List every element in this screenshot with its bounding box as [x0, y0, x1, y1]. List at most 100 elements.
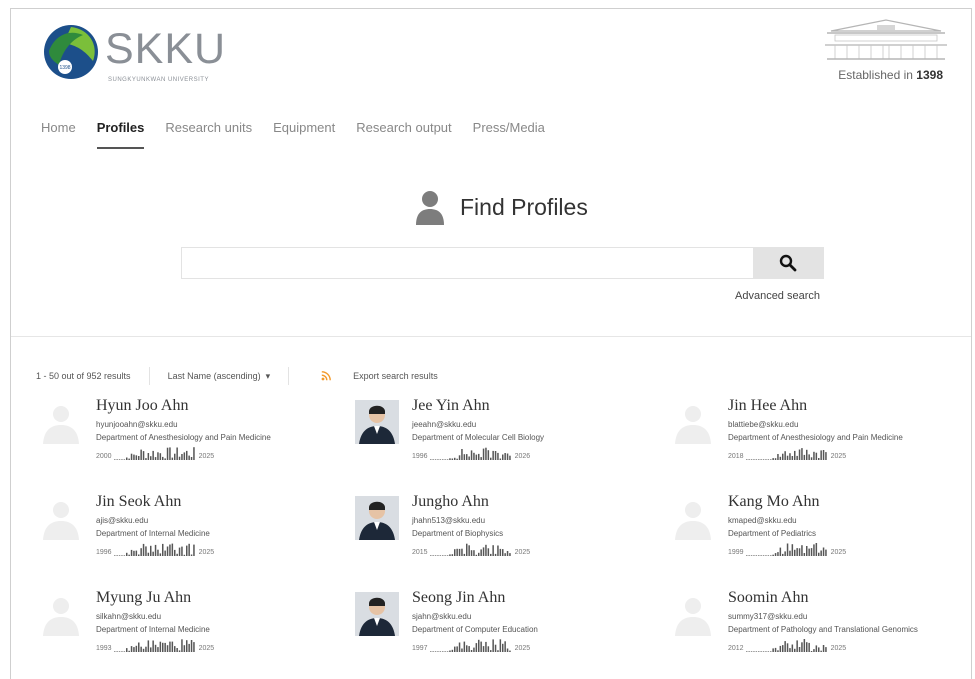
profile-name[interactable]: Soomin Ahn — [728, 589, 968, 607]
avatar-placeholder[interactable] — [39, 592, 83, 636]
sparkline-bar — [817, 552, 820, 556]
sparkline-bar — [783, 451, 786, 460]
advanced-search-link[interactable]: Advanced search — [735, 290, 820, 302]
sparkline-bar — [183, 452, 185, 460]
sparkline-bar — [441, 651, 444, 652]
search-input[interactable] — [182, 248, 753, 278]
profile-email[interactable]: ajis@skku.edu — [96, 516, 336, 525]
avatar-placeholder[interactable] — [671, 592, 715, 636]
sparkline-bar — [824, 647, 827, 652]
sparkline-bar — [757, 555, 760, 556]
sparkline-bar — [137, 554, 140, 556]
profile-photo[interactable] — [355, 592, 399, 636]
avatar-placeholder[interactable] — [39, 400, 83, 444]
profile-department[interactable]: Department of Computer Education — [412, 624, 652, 635]
sparkline-bar — [769, 651, 772, 652]
timeline-end-year: 2025 — [514, 549, 531, 556]
sparkline-bar — [166, 546, 168, 556]
export-results-link[interactable]: Export search results — [353, 371, 438, 381]
profile-name[interactable]: Myung Ju Ahn — [96, 589, 336, 607]
nav-home[interactable]: Home — [41, 120, 76, 149]
sparkline-bar — [798, 449, 800, 460]
timeline-end-year: 2025 — [198, 645, 215, 652]
person-icon — [416, 191, 444, 225]
profile-name[interactable]: Jin Hee Ahn — [728, 397, 968, 415]
sparkline-bar — [810, 457, 812, 460]
sparkline-bar — [448, 650, 451, 652]
nav-research-units[interactable]: Research units — [165, 120, 252, 149]
profile-department[interactable]: Department of Molecular Cell Biology — [412, 432, 652, 443]
results-count: 1 - 50 out of 952 results — [36, 371, 131, 381]
profile-name[interactable]: Jin Seok Ahn — [96, 493, 336, 511]
skku-logo[interactable]: 1398 SKKU SUNGKYUNKWAN UNIVERSITY — [41, 19, 241, 89]
sparkline-bar — [171, 457, 173, 460]
sparkline-bar — [192, 544, 195, 556]
nav-profiles[interactable]: Profiles — [96, 120, 144, 149]
sparkline-bar — [147, 552, 149, 556]
timeline-start-year: 1996 — [96, 549, 112, 556]
profile-department[interactable]: Department of Internal Medicine — [96, 528, 336, 539]
profile-email[interactable]: jeeahn@skku.edu — [412, 420, 652, 429]
sparkline-bar — [767, 555, 769, 556]
sparkline-bar — [489, 553, 492, 556]
sparkline-bar — [807, 548, 810, 556]
sparkline-bar — [791, 456, 793, 460]
sparkline-bar — [489, 457, 492, 460]
sparkline-bar — [750, 555, 752, 556]
sort-dropdown[interactable]: Last Name (ascending) ▾ — [168, 371, 271, 382]
profile-department[interactable]: Department of Anesthesiology and Pain Me… — [728, 432, 968, 443]
nav-equipment[interactable]: Equipment — [273, 120, 335, 149]
nav-research-output[interactable]: Research output — [356, 120, 451, 149]
nav-press-media[interactable]: Press/Media — [473, 120, 545, 149]
activity-timeline: 1996 2026 — [412, 446, 652, 460]
profile-email[interactable]: silkahn@skku.edu — [96, 612, 336, 621]
sparkline-bar — [506, 648, 508, 652]
profile-department[interactable]: Department of Internal Medicine — [96, 624, 336, 635]
search-button[interactable] — [753, 248, 823, 278]
avatar-placeholder[interactable] — [671, 496, 715, 540]
sparkline-bar — [819, 450, 822, 460]
sparkline-bar — [781, 553, 784, 556]
profile-email[interactable]: summy317@skku.edu — [728, 612, 968, 621]
sparkline-bar — [458, 642, 460, 652]
avatar-placeholder[interactable] — [671, 400, 715, 444]
profile-info: Kang Mo Ahn kmaped@skku.edu Department o… — [728, 493, 968, 556]
sparkline-bar — [434, 555, 436, 556]
profile-name[interactable]: Seong Jin Ahn — [412, 589, 652, 607]
profile-name[interactable]: Kang Mo Ahn — [728, 493, 968, 511]
profile-info: Jee Yin Ahn jeeahn@skku.edu Department o… — [412, 397, 652, 460]
activity-sparkline — [745, 448, 827, 460]
sparkline-bar — [178, 456, 180, 460]
timeline-start-year: 1997 — [412, 645, 428, 652]
sparkline-bar — [506, 453, 508, 460]
sparkline-bar — [506, 551, 508, 556]
profile-photo[interactable] — [355, 400, 399, 444]
avatar-placeholder[interactable] — [39, 496, 83, 540]
rss-feed-icon[interactable] — [321, 371, 332, 381]
profile-department[interactable]: Department of Biophysics — [412, 528, 652, 539]
profile-name[interactable]: Hyun Joo Ahn — [96, 397, 336, 415]
profile-email[interactable]: sjahn@skku.edu — [412, 612, 652, 621]
sparkline-bar — [795, 640, 798, 652]
sparkline-bar — [508, 455, 511, 460]
profile-email[interactable]: blattiebe@skku.edu — [728, 420, 968, 429]
sparkline-bar — [491, 450, 494, 460]
sparkline-bar — [120, 459, 123, 460]
sparkline-bar — [795, 455, 798, 460]
activity-sparkline — [745, 639, 827, 652]
profile-department[interactable]: Department of Pediatrics — [728, 528, 968, 539]
profile-email[interactable]: kmaped@skku.edu — [728, 516, 968, 525]
profile-name[interactable]: Jungho Ahn — [412, 493, 652, 511]
profile-department[interactable]: Department of Pathology and Translationa… — [728, 624, 968, 635]
sparkline-bar — [805, 546, 808, 556]
sparkline-bar — [142, 451, 144, 460]
sparkline-bar — [812, 544, 815, 556]
profile-email[interactable]: jhahn513@skku.edu — [412, 516, 652, 525]
profile-department[interactable]: Department of Anesthesiology and Pain Me… — [96, 432, 336, 443]
profile-email[interactable]: hyunjooahn@skku.edu — [96, 420, 336, 429]
profile-photo[interactable] — [355, 496, 399, 540]
profile-name[interactable]: Jee Yin Ahn — [412, 397, 652, 415]
sparkline-bar — [752, 459, 755, 460]
sparkline-bar — [757, 459, 760, 460]
sparkline-bar — [183, 645, 185, 652]
